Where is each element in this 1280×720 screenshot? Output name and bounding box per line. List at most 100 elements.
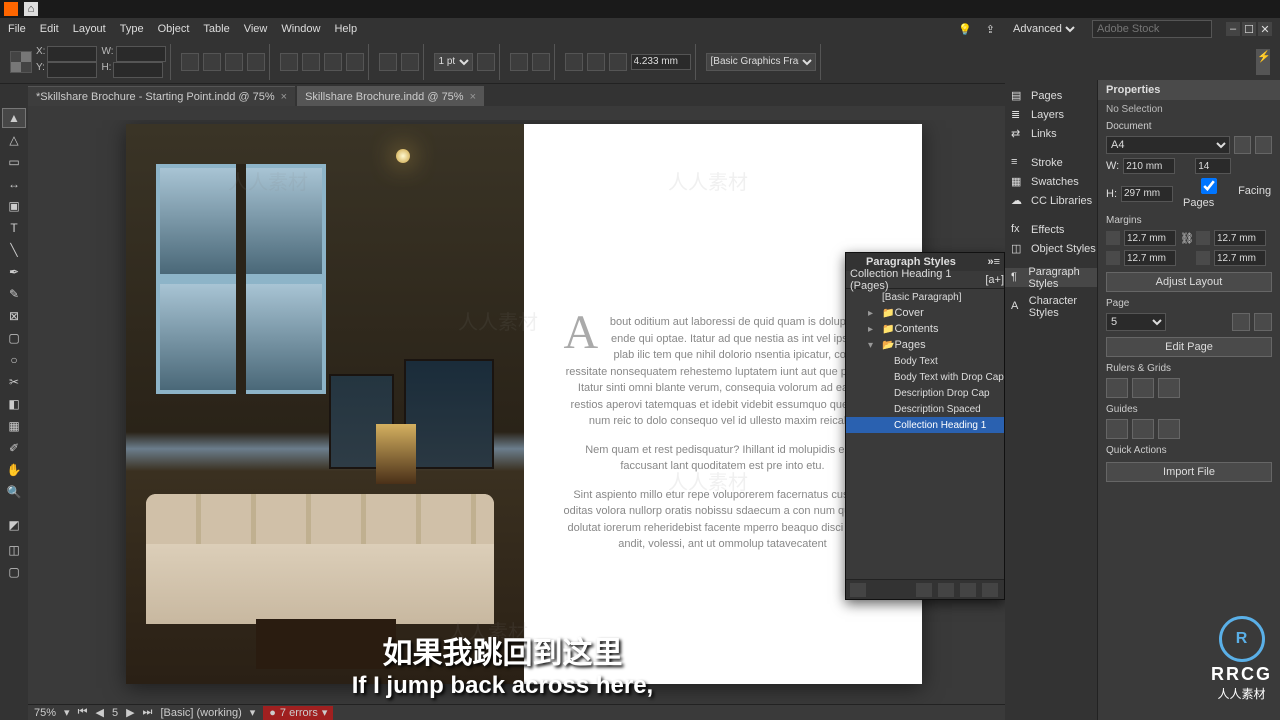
margin-inside-input[interactable] [1214, 230, 1266, 246]
link-margins-icon[interactable]: ⛓ [1180, 232, 1192, 245]
rotate-icon[interactable] [225, 53, 243, 71]
share-icon[interactable]: ⇪ [986, 23, 995, 36]
pen-tool[interactable]: ✒ [2, 262, 26, 282]
lightbulb-icon[interactable]: 💡 [958, 23, 972, 36]
color-theme-tool[interactable]: ◫ [2, 540, 26, 560]
snap-guides-icon[interactable] [1158, 419, 1180, 439]
folder-pages[interactable]: 📂 Pages [846, 337, 1004, 353]
menu-window[interactable]: Window [281, 23, 320, 35]
panel-cc-libraries[interactable]: ☁CC Libraries [1005, 191, 1097, 210]
style-body-text-dropcap[interactable]: Body Text with Drop Cap [846, 369, 1004, 385]
window-minimize[interactable]: – [1226, 22, 1240, 36]
eyedropper-tool[interactable]: ✐ [2, 438, 26, 458]
last-page-icon[interactable]: ⏭ [143, 706, 153, 719]
view-mode-icon[interactable]: ▢ [2, 562, 26, 582]
scale-y-icon[interactable] [203, 53, 221, 71]
new-folder-icon[interactable] [916, 583, 932, 597]
panel-stroke[interactable]: ≡Stroke [1005, 153, 1097, 172]
ellipse-tool[interactable]: ○ [2, 350, 26, 370]
page-preset-select[interactable]: A4 [1106, 136, 1230, 154]
page-tool[interactable]: ▭ [2, 152, 26, 172]
style-description-dropcap[interactable]: Description Drop Cap [846, 385, 1004, 401]
orientation-landscape-icon[interactable] [1255, 136, 1272, 154]
doc-height-input[interactable] [1121, 186, 1173, 202]
menu-type[interactable]: Type [120, 23, 144, 35]
panel-character-styles[interactable]: ACharacter Styles [1005, 297, 1097, 316]
selection-tool[interactable]: ▲ [2, 108, 26, 128]
preflight-profile[interactable]: [Basic] (working) [160, 707, 241, 719]
doc-tab-1[interactable]: *Skillshare Brochure - Starting Point.in… [28, 86, 295, 106]
w-input[interactable] [116, 46, 166, 62]
rectangle-frame-tool[interactable]: ⊠ [2, 306, 26, 326]
line-tool[interactable]: ╲ [2, 240, 26, 260]
close-icon[interactable]: × [281, 91, 287, 103]
facing-pages-checkbox[interactable] [1183, 178, 1235, 194]
pencil-tool[interactable]: ✎ [2, 284, 26, 304]
direct-selection-tool[interactable]: △ [2, 130, 26, 150]
flip-v-icon[interactable] [346, 53, 364, 71]
folder-contents[interactable]: 📁 Contents [846, 321, 1004, 337]
rectangle-tool[interactable]: ▢ [2, 328, 26, 348]
window-maximize[interactable]: ☐ [1242, 22, 1256, 36]
gap-tool[interactable]: ↔ [2, 174, 26, 194]
menu-table[interactable]: Table [203, 23, 229, 35]
first-page-icon[interactable]: ⏮ [78, 706, 88, 719]
margin-bottom-input[interactable] [1124, 250, 1176, 266]
type-tool[interactable]: T [2, 218, 26, 238]
current-style-row[interactable]: Collection Heading 1 (Pages) [a+] [846, 271, 1004, 289]
doc-pages-input[interactable] [1195, 158, 1231, 174]
folder-cover[interactable]: 📁 Cover [846, 305, 1004, 321]
panel-effects[interactable]: fxEffects [1005, 220, 1097, 239]
preflight-errors[interactable]: ● 7 errors ▾ [263, 706, 333, 720]
window-close[interactable]: ✕ [1258, 22, 1272, 36]
menu-layout[interactable]: Layout [73, 23, 106, 35]
orientation-portrait-icon[interactable] [1234, 136, 1251, 154]
guides-toggle-icon[interactable] [1106, 419, 1128, 439]
rulers-toggle-icon[interactable] [1106, 378, 1128, 398]
gradient-tool[interactable]: ▦ [2, 416, 26, 436]
fx-icon[interactable] [510, 53, 528, 71]
adjust-layout-button[interactable]: Adjust Layout [1106, 272, 1272, 292]
menu-object[interactable]: Object [158, 23, 190, 35]
h-input[interactable] [113, 62, 163, 78]
hand-tool[interactable]: ✋ [2, 460, 26, 480]
cc-library-icon[interactable] [850, 583, 866, 597]
panel-links[interactable]: ⇄Links [1005, 124, 1097, 143]
next-page-icon[interactable]: ▶ [126, 706, 134, 719]
prev-page-icon[interactable]: ◀ [95, 706, 103, 719]
workspace-select[interactable]: Advanced [1009, 22, 1078, 36]
fill-stroke-icon[interactable]: ◩ [2, 512, 26, 538]
scale-x-icon[interactable] [181, 53, 199, 71]
panel-object-styles[interactable]: ◫Object Styles [1005, 239, 1097, 258]
free-transform-tool[interactable]: ◧ [2, 394, 26, 414]
style-description-spaced[interactable]: Description Spaced [846, 401, 1004, 417]
quick-apply-icon[interactable]: ⚡ [1256, 49, 1270, 75]
x-input[interactable] [47, 46, 97, 62]
margin-outside-input[interactable] [1214, 250, 1266, 266]
page-number-select[interactable]: 5 [1106, 313, 1166, 331]
delete-style-icon[interactable] [982, 583, 998, 597]
panel-pages[interactable]: ▤Pages [1005, 86, 1097, 105]
style-collection-heading-1[interactable]: Collection Heading 1 [846, 417, 1004, 433]
scissors-tool[interactable]: ✂ [2, 372, 26, 392]
doc-tab-2[interactable]: Skillshare Brochure.indd @ 75%× [297, 86, 484, 106]
new-page-icon[interactable] [1232, 313, 1250, 331]
corner-icon[interactable] [532, 53, 550, 71]
smart-guides-icon[interactable] [1132, 419, 1154, 439]
menu-edit[interactable]: Edit [40, 23, 59, 35]
align-center-icon[interactable] [587, 53, 605, 71]
margin-top-input[interactable] [1124, 230, 1176, 246]
style-body-text[interactable]: Body Text [846, 353, 1004, 369]
page-nav-input[interactable]: 5 [112, 707, 118, 719]
properties-header[interactable]: Properties [1098, 80, 1280, 100]
zoom-level[interactable]: 75% [34, 707, 56, 719]
new-style-icon[interactable] [960, 583, 976, 597]
y-input[interactable] [47, 62, 97, 78]
close-icon[interactable]: × [470, 91, 476, 103]
content-collector-tool[interactable]: ▣ [2, 196, 26, 216]
menu-file[interactable]: File [8, 23, 26, 35]
stroke-style-icon[interactable] [477, 53, 495, 71]
reference-point-icon[interactable] [10, 51, 32, 73]
rotate-cw-icon[interactable] [302, 53, 320, 71]
auto-fit-icon[interactable] [379, 53, 397, 71]
